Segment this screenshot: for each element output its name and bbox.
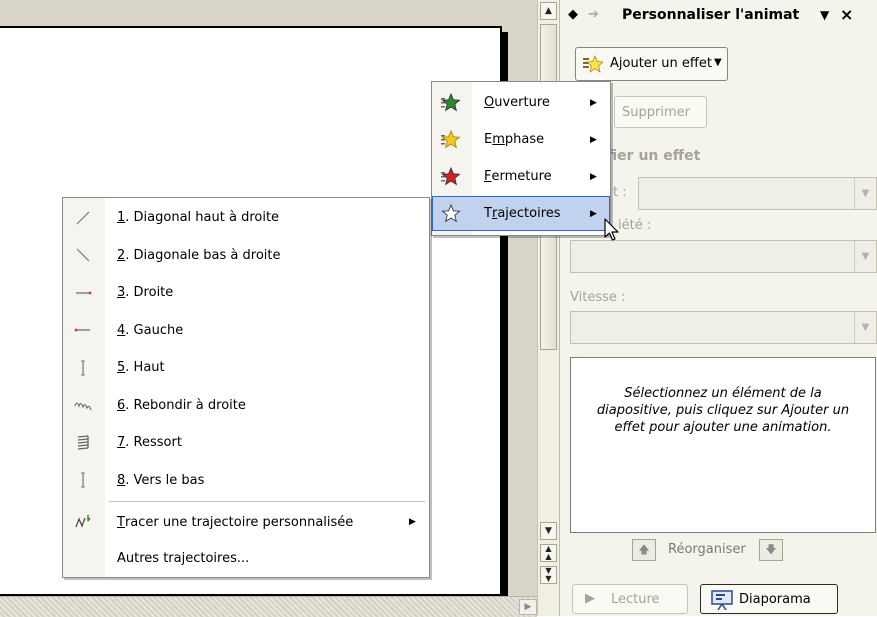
horizontal-scrollbar[interactable]: ▶ (0, 596, 537, 617)
chevron-down-icon: ▼ (854, 312, 876, 343)
chevron-down-icon: ▼ (854, 178, 876, 209)
forward-arrow-icon[interactable]: ➔ (588, 7, 599, 22)
move-up-arrow-icon[interactable]: 🡅 (632, 539, 656, 561)
menu-separator (109, 501, 425, 502)
star-yellow-icon (441, 122, 461, 157)
star-red-icon (441, 159, 461, 194)
next-slide-button[interactable]: ▼ ▼ (540, 566, 557, 584)
submenu-arrow-icon: ▶ (590, 171, 597, 182)
pane-menu-chevron-icon[interactable]: ▼ (820, 8, 829, 22)
add-effect-icon (583, 54, 604, 77)
draw-custom-path-item[interactable]: Tracer une trajectoire personnalisée ▶ (63, 504, 429, 540)
scroll-right-button[interactable]: ▶ (519, 599, 537, 615)
modify-effect-heading: ifier un effet (602, 148, 701, 164)
previous-slide-button[interactable]: ▲ ▲ (540, 544, 557, 562)
motion-path-item[interactable]: 7. Ressort (63, 424, 429, 462)
task-pane-title: Personnaliser l'animat (622, 7, 800, 23)
motion-path-item[interactable]: 1. Diagonal haut à droite (63, 199, 429, 237)
menu-item-fermeture[interactable]: Fermeture ▶ (432, 159, 610, 194)
scroll-down-button[interactable]: ▼ (540, 522, 557, 540)
diagonal-down-icon (73, 237, 93, 275)
start-label: t : (613, 185, 627, 200)
property-label: iété : (618, 218, 652, 233)
chevron-down-icon: ▼ (714, 57, 722, 68)
menu-item-ouverture[interactable]: Ouverture ▶ (432, 85, 610, 120)
mouse-cursor-icon (604, 218, 620, 242)
back-arrow-icon[interactable]: ◆ (568, 7, 578, 22)
speed-dropdown[interactable]: ▼ (570, 311, 877, 344)
line-left-icon (73, 312, 93, 350)
diagonal-up-icon (73, 199, 93, 237)
slideshow-button[interactable]: Diaporama (700, 584, 838, 614)
line-down-icon (73, 462, 93, 500)
spring-icon (73, 424, 93, 462)
task-pane-header: ◆ ➔ Personnaliser l'animat ▼ × (560, 4, 877, 28)
play-icon: ▶ (585, 591, 595, 606)
motion-path-item[interactable]: 8. Vers le bas (63, 462, 429, 500)
submenu-arrow-icon: ▶ (590, 208, 597, 219)
motion-path-item[interactable]: 5. Haut (63, 349, 429, 387)
motion-path-item[interactable]: 6. Rebondir à droite (63, 387, 429, 425)
submenu-arrow-icon: ▶ (590, 134, 597, 145)
submenu-arrow-icon: ▶ (590, 97, 597, 108)
motion-path-item[interactable]: 4. Gauche (63, 312, 429, 350)
speed-label: Vitesse : (570, 290, 626, 305)
custom-path-icon (73, 504, 93, 540)
more-motion-paths-item[interactable]: Autres trajectoires... (63, 540, 429, 576)
chevron-down-icon: ▼ (854, 241, 876, 272)
property-dropdown[interactable]: ▼ (570, 240, 877, 273)
info-message-text: Sélectionnez un élément de la diapositiv… (596, 386, 850, 435)
submenu-arrow-icon: ▶ (409, 517, 416, 527)
delete-button[interactable]: Supprimer (614, 96, 707, 128)
star-outline-icon (441, 196, 461, 231)
menu-item-trajectoires[interactable]: Tr ajectoires ▶ (432, 196, 610, 231)
bounce-right-icon (73, 387, 93, 425)
slideshow-screen-icon (711, 590, 733, 614)
motion-path-item[interactable]: 2. Diagonale bas à droite (63, 237, 429, 275)
play-button[interactable]: ▶ Lecture (572, 584, 688, 614)
line-up-icon (73, 349, 93, 387)
add-effect-menu: Ouverture ▶ Em phase ▶ Fermeture ▶ Tr ajectoires… (431, 81, 611, 236)
motion-paths-submenu: 1. Diagonal haut à droite 2. Diagonale ba… (62, 197, 430, 578)
star-green-icon (441, 85, 461, 120)
line-right-icon (73, 274, 93, 312)
reorder-label: Réorganiser (668, 542, 746, 557)
motion-path-item[interactable]: 3. Droite (63, 274, 429, 312)
add-effect-button[interactable]: Ajouter un effet ▼ (575, 47, 728, 81)
start-dropdown[interactable]: ▼ (638, 177, 877, 210)
close-icon[interactable]: × (840, 5, 853, 24)
move-down-arrow-icon[interactable]: 🡇 (759, 539, 783, 561)
info-message-box: Sélectionnez un élément de la diapositiv… (570, 357, 876, 533)
menu-item-emphase[interactable]: Em phase ▶ (432, 122, 610, 157)
scroll-up-button[interactable]: ▲ (540, 2, 557, 20)
